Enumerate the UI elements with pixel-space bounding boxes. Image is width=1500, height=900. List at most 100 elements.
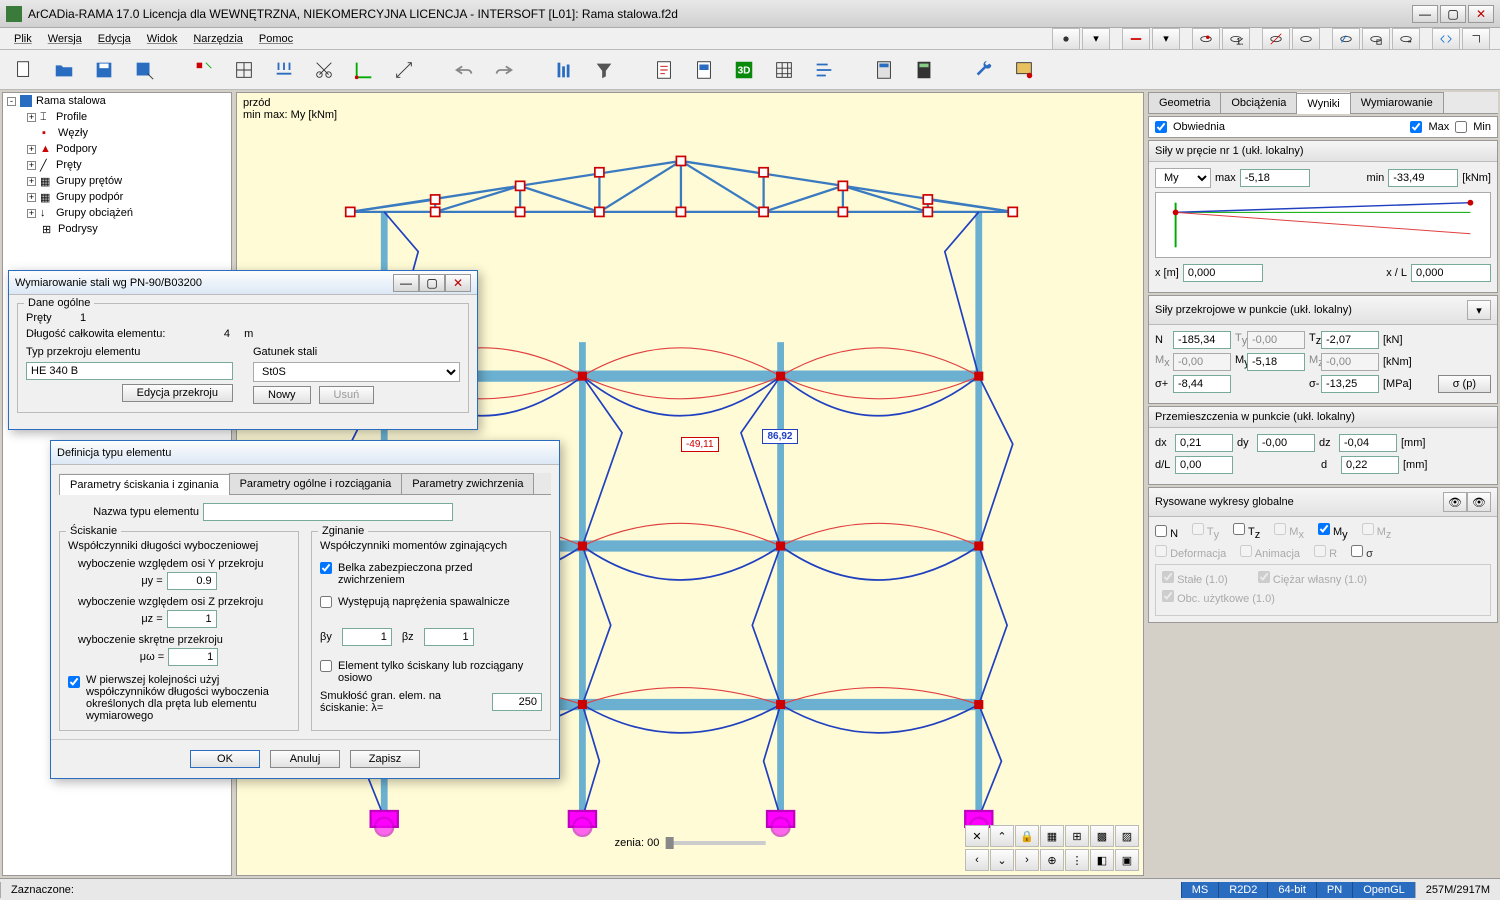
sigma-minus-input[interactable]: [1321, 375, 1379, 393]
open-file-icon[interactable]: [48, 54, 80, 86]
view-dim-icon[interactable]: [1122, 28, 1150, 50]
mu-y-input[interactable]: [167, 572, 217, 590]
axes-icon[interactable]: [348, 54, 380, 86]
nav-right-icon[interactable]: ›: [1015, 849, 1039, 871]
tree-item-grupy-pretow[interactable]: +▦Grupy prętów: [3, 173, 231, 189]
tree-item-podpory[interactable]: +▲Podpory: [3, 141, 231, 157]
tab-wyniki[interactable]: Wyniki: [1296, 93, 1350, 114]
xm-input[interactable]: [1183, 264, 1263, 282]
cut-icon[interactable]: [308, 54, 340, 86]
align-icon[interactable]: [808, 54, 840, 86]
mu-z-input[interactable]: [167, 610, 217, 628]
dlg2-tab-0[interactable]: Parametry ściskania i zginania: [59, 474, 230, 495]
redo-icon[interactable]: [488, 54, 520, 86]
dialog1-maximize[interactable]: ▢: [419, 274, 445, 292]
min-checkbox[interactable]: [1455, 121, 1467, 133]
expand-icon[interactable]: +: [27, 177, 36, 186]
tab-wymiarowanie[interactable]: Wymiarowanie: [1350, 92, 1444, 113]
Tz-input[interactable]: [1321, 331, 1379, 349]
report1-icon[interactable]: [648, 54, 680, 86]
nav-up-icon[interactable]: ⌃: [990, 825, 1014, 847]
nav-grid4-icon[interactable]: ▨: [1115, 825, 1139, 847]
anuluj-button[interactable]: Anuluj: [270, 750, 340, 768]
analysis-icon[interactable]: [548, 54, 580, 86]
tab-geometria[interactable]: Geometria: [1148, 92, 1221, 113]
N-input[interactable]: [1173, 331, 1231, 349]
calc2-icon[interactable]: [908, 54, 940, 86]
expand-icon[interactable]: +: [27, 113, 36, 122]
measure-icon[interactable]: [388, 54, 420, 86]
chk-My[interactable]: My: [1318, 523, 1348, 541]
by-input[interactable]: [342, 628, 392, 646]
tree-item-podrysy[interactable]: ⊞Podrysy: [3, 221, 231, 237]
nazwa-typu-input[interactable]: [203, 503, 453, 521]
nav-dots-icon[interactable]: ⋮: [1065, 849, 1089, 871]
bz-input[interactable]: [424, 628, 474, 646]
view-node-dropdown[interactable]: ▾: [1082, 28, 1110, 50]
napr-checkbox[interactable]: Występują naprężenia spawalnicze: [320, 596, 542, 608]
tree-item-profile[interactable]: +⌶Profile: [3, 109, 231, 125]
filter-icon[interactable]: [588, 54, 620, 86]
view-eye-blue-icon[interactable]: [1332, 28, 1360, 50]
dy-input[interactable]: [1257, 434, 1315, 452]
nav-full-icon[interactable]: ▣: [1115, 849, 1139, 871]
props-icon[interactable]: [1008, 54, 1040, 86]
menu-pomoc[interactable]: Pomoc: [251, 30, 301, 48]
expand-icon[interactable]: +: [27, 193, 36, 202]
d-input[interactable]: [1341, 456, 1399, 474]
menu-plik[interactable]: Plik: [6, 30, 40, 48]
loads-icon[interactable]: [268, 54, 300, 86]
add-node-icon[interactable]: [188, 54, 220, 86]
min-input[interactable]: [1388, 169, 1458, 187]
menu-edycja[interactable]: Edycja: [90, 30, 139, 48]
expand-icon[interactable]: +: [27, 209, 36, 218]
save-file-icon[interactable]: [88, 54, 120, 86]
tree-item-grupy-obciazen[interactable]: +↓Grupy obciążeń: [3, 205, 231, 221]
tab-obciazenia[interactable]: Obciążenia: [1220, 92, 1297, 113]
new-file-icon[interactable]: [8, 54, 40, 86]
view-expand-icon[interactable]: [1432, 28, 1460, 50]
dlg2-tab-2[interactable]: Parametry zwichrzenia: [401, 473, 534, 494]
nav-grid1-icon[interactable]: ▦: [1040, 825, 1064, 847]
typ-przekroju-input[interactable]: [26, 362, 233, 380]
nav-sq-icon[interactable]: ◧: [1090, 849, 1114, 871]
view-eye-n-icon[interactable]: [1292, 28, 1320, 50]
edycja-przekroju-button[interactable]: Edycja przekroju: [122, 384, 233, 402]
chk-N[interactable]: N: [1155, 525, 1178, 540]
menu-narzedzia[interactable]: Narzędzia: [185, 30, 251, 48]
dz-input[interactable]: [1339, 434, 1397, 452]
nav-deselect-icon[interactable]: ✕: [965, 825, 989, 847]
tree-item-grupy-podpor[interactable]: +▦Grupy podpór: [3, 189, 231, 205]
mu-w-input[interactable]: [168, 648, 218, 666]
wykresy-eye1-button[interactable]: 👁: [1443, 492, 1467, 512]
nav-grid3-icon[interactable]: ▩: [1090, 825, 1114, 847]
My-input[interactable]: [1247, 353, 1305, 371]
nowy-button[interactable]: Nowy: [253, 386, 311, 404]
belka-zab-checkbox[interactable]: Belka zabezpieczona przed zwichrzeniem: [320, 562, 542, 586]
chk-sigma[interactable]: σ: [1351, 545, 1373, 560]
smuk-input[interactable]: [492, 693, 542, 711]
zoom-slider[interactable]: zenia: 00: [615, 837, 766, 849]
nav-grid2-icon[interactable]: ⊞: [1065, 825, 1089, 847]
dialog1-close[interactable]: ✕: [445, 274, 471, 292]
undo-icon[interactable]: [448, 54, 480, 86]
sigma-p-button[interactable]: σ (p): [1438, 375, 1491, 393]
maximize-button[interactable]: ▢: [1440, 5, 1466, 23]
dialog1-minimize[interactable]: —: [393, 274, 419, 292]
menu-wersja[interactable]: Wersja: [40, 30, 90, 48]
nav-left-icon[interactable]: ‹: [965, 849, 989, 871]
expand-icon[interactable]: +: [27, 145, 36, 154]
zoom-track[interactable]: [665, 841, 765, 845]
close-button[interactable]: ✕: [1468, 5, 1494, 23]
wykresy-eye2-button[interactable]: 👁: [1467, 492, 1491, 512]
chk-Tz[interactable]: Tz: [1233, 523, 1260, 541]
expand-icon[interactable]: -: [7, 97, 16, 106]
view-collapse-icon[interactable]: [1462, 28, 1490, 50]
view-eye-grid-icon[interactable]: [1362, 28, 1390, 50]
3d-icon[interactable]: 3D: [728, 54, 760, 86]
priority-checkbox[interactable]: W pierwszej kolejności użyj współczynnik…: [68, 674, 290, 722]
table-icon[interactable]: [768, 54, 800, 86]
dlg2-tab-1[interactable]: Parametry ogólne i rozciągania: [229, 473, 403, 494]
view-node-icon[interactable]: [1052, 28, 1080, 50]
grid-icon[interactable]: [228, 54, 260, 86]
